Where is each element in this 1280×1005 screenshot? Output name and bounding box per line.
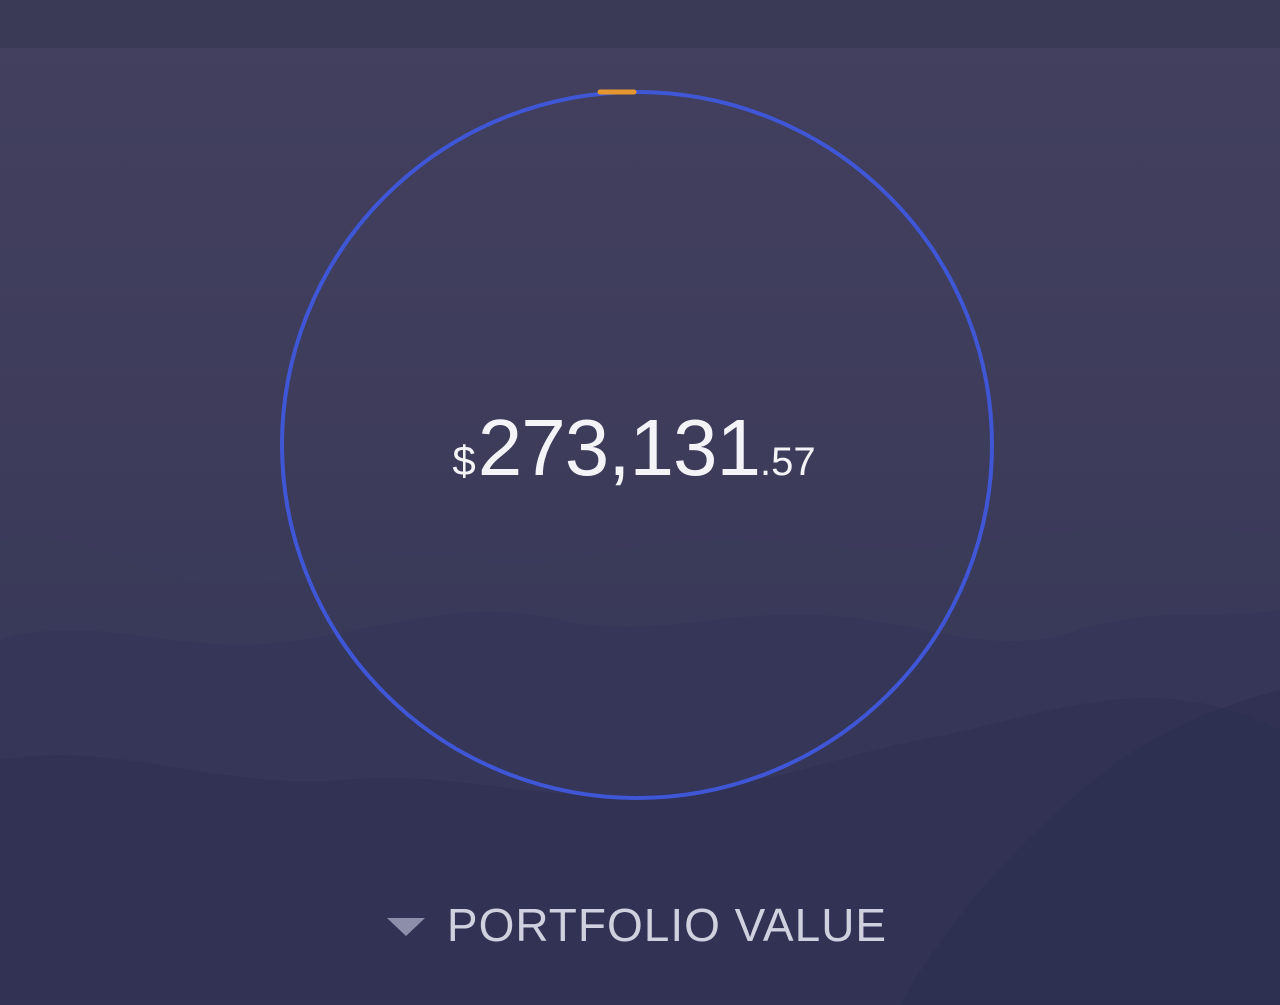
portfolio-ring-chart — [280, 89, 994, 800]
portfolio-label: PORTFOLIO VALUE — [446, 899, 888, 951]
currency-symbol: $ — [452, 437, 476, 484]
portfolio-label-toggle[interactable]: PORTFOLIO VALUE — [0, 898, 1280, 952]
value-main: 273,131 — [477, 403, 761, 492]
value-cents: .57 — [759, 440, 816, 484]
portfolio-value: $273,131.57 — [0, 402, 1280, 494]
caret-down-icon — [386, 918, 425, 936]
portfolio-screen: $273,131.57 PORTFOLIO VALUE — [0, 0, 1280, 1005]
